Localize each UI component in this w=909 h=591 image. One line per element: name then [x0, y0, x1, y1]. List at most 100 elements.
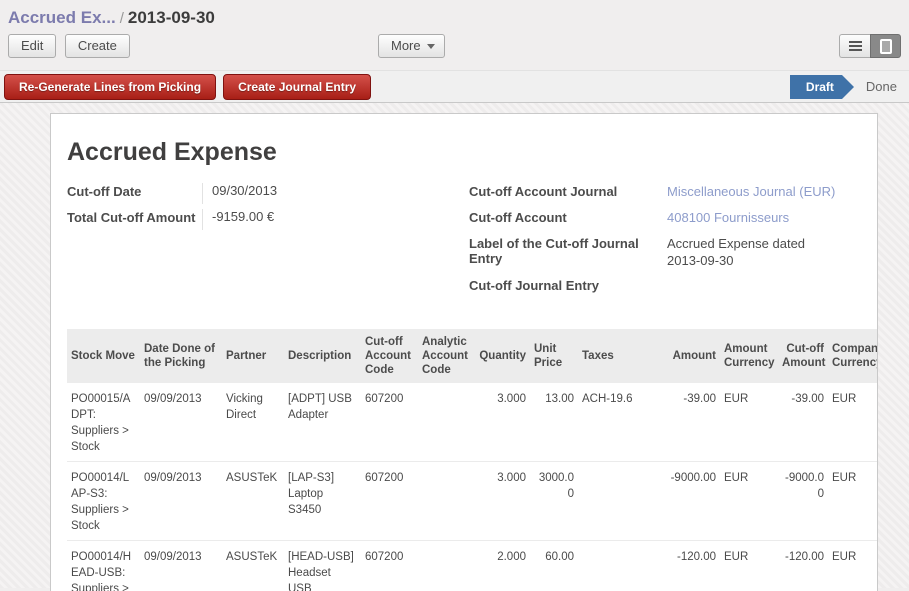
- cell-unit-price[interactable]: 3000.00: [530, 462, 578, 541]
- cutoff-account-link[interactable]: 408100 Fournisseurs: [667, 209, 789, 230]
- page: Accrued Ex.../2013-09-30 Edit Create Mor…: [0, 0, 909, 591]
- state-widget: Draft Done: [790, 71, 909, 102]
- cell-company-currency[interactable]: EUR: [828, 541, 877, 591]
- table-row[interactable]: PO00014/HEAD-USB: Suppliers > Stock 09/0…: [67, 541, 877, 591]
- edit-button[interactable]: Edit: [8, 34, 56, 58]
- field-label: Cut-off Account Journal: [469, 183, 667, 204]
- cell-amount-currency[interactable]: EUR: [720, 541, 778, 591]
- list-icon: [849, 41, 862, 51]
- cell-stock-move[interactable]: PO00014/LAP-S3: Suppliers > Stock: [67, 462, 140, 541]
- field-cutoff-date: Cut-off Date 09/30/2013: [67, 183, 469, 204]
- cell-cutoff-amount[interactable]: -9000.00: [778, 462, 828, 541]
- cell-description[interactable]: [HEAD-USB] Headset USB: [284, 541, 361, 591]
- col-analytic-account-code[interactable]: Analytic Account Code: [418, 329, 475, 383]
- cell-quantity[interactable]: 2.000: [475, 541, 530, 591]
- field-label: Total Cut-off Amount: [67, 209, 202, 230]
- breadcrumb-separator: /: [116, 10, 128, 27]
- field-total-cutoff-amount: Total Cut-off Amount -9159.00 €: [67, 209, 469, 230]
- field-cutoff-account-journal: Cut-off Account Journal Miscellaneous Jo…: [469, 183, 861, 204]
- cell-amount[interactable]: -39.00: [648, 383, 720, 462]
- cell-company-currency[interactable]: EUR: [828, 462, 877, 541]
- col-cutoff-amount[interactable]: Cut-off Amount: [778, 329, 828, 383]
- col-amount[interactable]: Amount: [648, 329, 720, 383]
- cell-partner[interactable]: ASUSTeK: [222, 462, 284, 541]
- cutoff-account-journal-link[interactable]: Miscellaneous Journal (EUR): [667, 183, 835, 204]
- cell-amount[interactable]: -120.00: [648, 541, 720, 591]
- col-date-done[interactable]: Date Done of the Picking: [140, 329, 222, 383]
- cell-partner[interactable]: ASUSTeK: [222, 541, 284, 591]
- col-partner[interactable]: Partner: [222, 329, 284, 383]
- caret-down-icon: [427, 44, 435, 49]
- field-group-right: Cut-off Account Journal Miscellaneous Jo…: [469, 183, 861, 303]
- cell-unit-price[interactable]: 60.00: [530, 541, 578, 591]
- cell-cutoff-account-code[interactable]: 607200: [361, 541, 418, 591]
- cell-analytic-account-code[interactable]: [418, 383, 475, 462]
- breadcrumb-parent-link[interactable]: Accrued Ex...: [8, 8, 116, 27]
- journal-entry-label-value: Accrued Expense dated 2013-09-30: [667, 235, 827, 269]
- cell-taxes[interactable]: [578, 541, 648, 591]
- view-switcher: [839, 34, 901, 58]
- form-background: Accrued Expense Cut-off Date 09/30/2013 …: [0, 103, 909, 588]
- regenerate-lines-button[interactable]: Re-Generate Lines from Picking: [4, 74, 216, 100]
- state-done[interactable]: Done: [866, 79, 897, 94]
- cell-date-done[interactable]: 09/09/2013: [140, 462, 222, 541]
- cell-cutoff-account-code[interactable]: 607200: [361, 383, 418, 462]
- col-company-currency[interactable]: Company Currency: [828, 329, 877, 383]
- cell-cutoff-amount[interactable]: -39.00: [778, 383, 828, 462]
- col-stock-move[interactable]: Stock Move: [67, 329, 140, 383]
- field-cutoff-journal-entry: Cut-off Journal Entry: [469, 277, 861, 298]
- cell-analytic-account-code[interactable]: [418, 541, 475, 591]
- table-header-row: Stock Move Date Done of the Picking Part…: [67, 329, 877, 383]
- cutoff-journal-entry-value: [667, 277, 827, 298]
- cell-description[interactable]: [LAP-S3] Laptop S3450: [284, 462, 361, 541]
- state-draft[interactable]: Draft: [790, 75, 842, 99]
- cell-quantity[interactable]: 3.000: [475, 462, 530, 541]
- col-taxes[interactable]: Taxes: [578, 329, 648, 383]
- more-button[interactable]: More: [378, 34, 445, 58]
- cell-partner[interactable]: Vicking Direct: [222, 383, 284, 462]
- list-view-button[interactable]: [839, 34, 870, 58]
- lines-table: Stock Move Date Done of the Picking Part…: [67, 329, 877, 591]
- table-row[interactable]: PO00015/ADPT: Suppliers > Stock 09/09/20…: [67, 383, 877, 462]
- col-cutoff-account-code[interactable]: Cut-off Account Code: [361, 329, 418, 383]
- col-quantity[interactable]: Quantity: [475, 329, 530, 383]
- cell-amount[interactable]: -9000.00: [648, 462, 720, 541]
- more-button-label: More: [391, 38, 421, 53]
- page-title: Accrued Expense: [67, 138, 861, 167]
- cell-quantity[interactable]: 3.000: [475, 383, 530, 462]
- cell-stock-move[interactable]: PO00014/HEAD-USB: Suppliers > Stock: [67, 541, 140, 591]
- cell-date-done[interactable]: 09/09/2013: [140, 541, 222, 591]
- cell-stock-move[interactable]: PO00015/ADPT: Suppliers > Stock: [67, 383, 140, 462]
- col-unit-price[interactable]: Unit Price: [530, 329, 578, 383]
- form-icon: [880, 39, 892, 54]
- col-description[interactable]: Description: [284, 329, 361, 383]
- field-label: Label of the Cut-off Journal Entry: [469, 235, 667, 269]
- cell-amount-currency[interactable]: EUR: [720, 462, 778, 541]
- cell-company-currency[interactable]: EUR: [828, 383, 877, 462]
- field-cutoff-account: Cut-off Account 408100 Fournisseurs: [469, 209, 861, 230]
- cell-taxes[interactable]: ACH-19.6: [578, 383, 648, 462]
- field-journal-entry-label: Label of the Cut-off Journal Entry Accru…: [469, 235, 861, 269]
- cell-analytic-account-code[interactable]: [418, 462, 475, 541]
- cell-description[interactable]: [ADPT] USB Adapter: [284, 383, 361, 462]
- create-journal-entry-button[interactable]: Create Journal Entry: [223, 74, 371, 100]
- total-cutoff-amount-value: -9159.00 €: [202, 209, 274, 230]
- cell-cutoff-amount[interactable]: -120.00: [778, 541, 828, 591]
- cell-date-done[interactable]: 09/09/2013: [140, 383, 222, 462]
- field-groups: Cut-off Date 09/30/2013 Total Cut-off Am…: [67, 183, 861, 303]
- cell-amount-currency[interactable]: EUR: [720, 383, 778, 462]
- toolbar: Edit Create More: [8, 34, 901, 70]
- form-view-button[interactable]: [870, 34, 901, 58]
- cell-cutoff-account-code[interactable]: 607200: [361, 462, 418, 541]
- col-amount-currency[interactable]: Amount Currency: [720, 329, 778, 383]
- cutoff-date-value[interactable]: 09/30/2013: [202, 183, 277, 204]
- status-bar: Re-Generate Lines from Picking Create Jo…: [0, 70, 909, 103]
- table-row[interactable]: PO00014/LAP-S3: Suppliers > Stock 09/09/…: [67, 462, 877, 541]
- field-label: Cut-off Date: [67, 183, 202, 204]
- field-group-left: Cut-off Date 09/30/2013 Total Cut-off Am…: [67, 183, 469, 303]
- cell-taxes[interactable]: [578, 462, 648, 541]
- breadcrumb: Accrued Ex.../2013-09-30: [8, 8, 901, 28]
- cell-unit-price[interactable]: 13.00: [530, 383, 578, 462]
- create-button[interactable]: Create: [65, 34, 130, 58]
- lines-table-container: Stock Move Date Done of the Picking Part…: [67, 329, 877, 591]
